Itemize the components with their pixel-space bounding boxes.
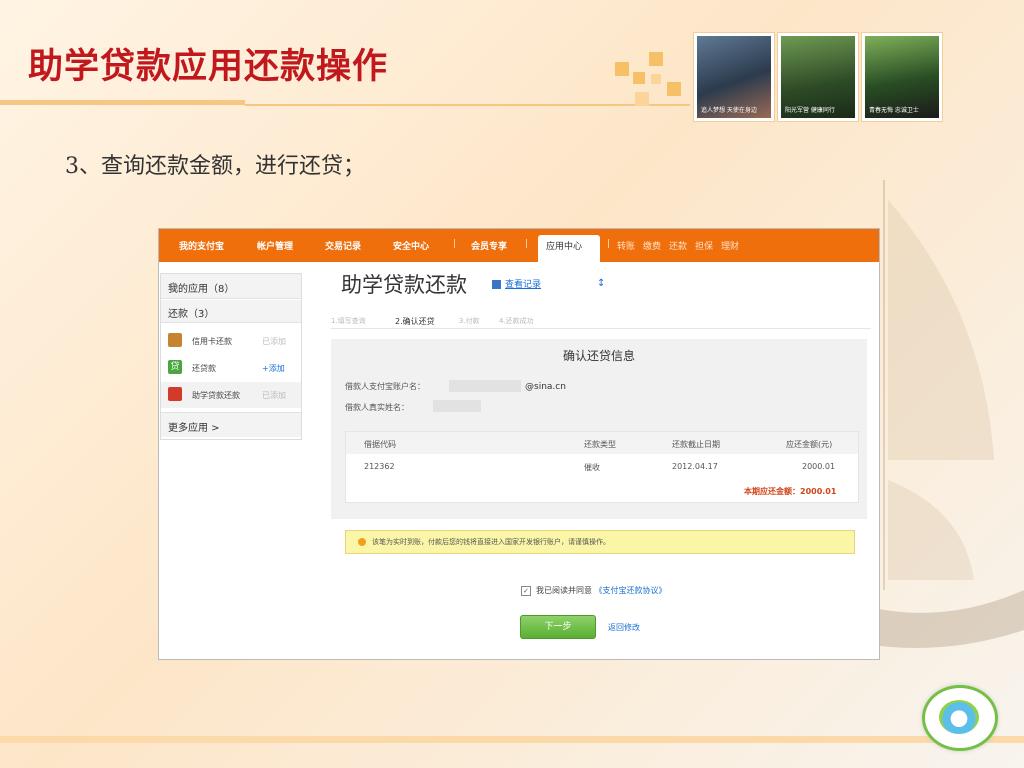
back-modify-link[interactable]: 返回修改 [608, 622, 640, 633]
table-cell: 催收 [584, 463, 600, 472]
top-navigation: 我的支付宝 帐户管理 交易记录 安全中心 | 会员专享 | 应用中心 | 转账 … [159, 229, 879, 262]
photo-squad: 阳光军营 健康同行 [778, 33, 858, 121]
credit-card-icon [168, 333, 182, 347]
nav-link-repay[interactable]: 还款 [669, 239, 687, 252]
name-label: 借款人真实姓名： [345, 403, 409, 412]
nav-link-pay[interactable]: 缴费 [643, 239, 661, 252]
add-app-link[interactable]: +添加 [262, 363, 285, 374]
page-title: 助学贷款还款 [341, 273, 467, 297]
school-logo [922, 685, 998, 751]
progress-steps: 1.填写查询 2.确认还贷 3.付款 4.还款成功 [331, 316, 871, 329]
records-icon [492, 280, 501, 289]
warning-notice: 该笔为实时到账，付款后您的钱将直接进入国家开发银行账户，请谨慎操作。 [345, 530, 855, 554]
table-cell: 2000.01 [802, 462, 836, 471]
nav-security[interactable]: 安全中心 [393, 239, 429, 252]
agreement-row: ✓ 我已阅读并同意 《支付宝还款协议》 [521, 585, 667, 596]
nav-account[interactable]: 帐户管理 [257, 239, 293, 252]
masked-account [449, 380, 521, 392]
loan-icon: 贷 [168, 360, 182, 374]
account-label: 借款人支付宝账户名： [345, 382, 425, 391]
loan-table: 借据代码 还款类型 还款截止日期 应还金额(元) 212362 催收 2012.… [345, 431, 859, 503]
nav-link-guarantee[interactable]: 担保 [695, 239, 713, 252]
nav-separator: | [607, 239, 611, 249]
bottom-rule [0, 736, 1024, 743]
agreement-link[interactable]: 《支付宝还款协议》 [595, 586, 667, 595]
sidebar-item-student-loan[interactable]: 助学贷款还款 已添加 [161, 382, 301, 408]
nav-link-finance[interactable]: 理财 [721, 239, 739, 252]
next-button[interactable]: 下一步 [520, 615, 596, 639]
slide-subtitle: 3、查询还款金额，进行还贷； [65, 154, 365, 179]
nav-member[interactable]: 会员专享 [471, 239, 507, 252]
table-cell: 212362 [364, 462, 395, 471]
panel-title: 确认还贷信息 [563, 349, 636, 363]
sidebar-header: 我的应用（8） ⚙ [161, 274, 301, 299]
warning-icon [358, 538, 366, 546]
student-loan-icon [168, 387, 182, 401]
agree-checkbox[interactable]: ✓ [521, 585, 531, 596]
nav-separator: | [525, 239, 529, 249]
nav-link-transfer[interactable]: 转账 [617, 239, 635, 252]
slide-title: 助学贷款应用还款操作 [28, 46, 389, 87]
app-sidebar: 我的应用（8） ⚙ 还款（3） 信用卡还款 已添加 贷 还贷款 +添加 助学贷款… [160, 273, 302, 440]
decorative-squares [615, 52, 685, 108]
stray-mark: ↕ [597, 278, 606, 289]
more-apps-link[interactable]: 更多应用 > [161, 412, 301, 437]
sidebar-item-loan[interactable]: 贷 还贷款 +添加 [161, 355, 301, 381]
masked-name [433, 400, 481, 412]
sidebar-item-credit-card[interactable]: 信用卡还款 已添加 [161, 328, 301, 354]
title-underline [0, 100, 245, 105]
nav-transactions[interactable]: 交易记录 [325, 239, 361, 252]
nav-my-alipay[interactable]: 我的支付宝 [179, 239, 224, 252]
nav-separator: | [453, 239, 457, 249]
tab-app-center[interactable]: 应用中心 [538, 235, 600, 262]
account-value: @sina.cn [525, 382, 566, 392]
photo-dog-unit: 青春无悔 忠诚卫士 [862, 33, 942, 121]
confirm-panel: 确认还贷信息 借款人支付宝账户名： @sina.cn 借款人真实姓名： 借据代码… [331, 339, 867, 519]
photo-officer: 追人梦想 天使在身边 [694, 33, 774, 121]
alipay-screenshot: 我的支付宝 帐户管理 交易记录 安全中心 | 会员专享 | 应用中心 | 转账 … [158, 228, 880, 660]
current-step: 2.确认还贷 [395, 317, 435, 326]
sidebar-section-repay: 还款（3） [161, 300, 301, 323]
table-cell: 2012.04.17 [672, 462, 718, 471]
total-amount: 本期应还金额：2000.01 [744, 487, 837, 496]
gear-icon[interactable]: ⚙ [168, 280, 179, 294]
view-records-link[interactable]: 查看记录 [492, 277, 541, 290]
